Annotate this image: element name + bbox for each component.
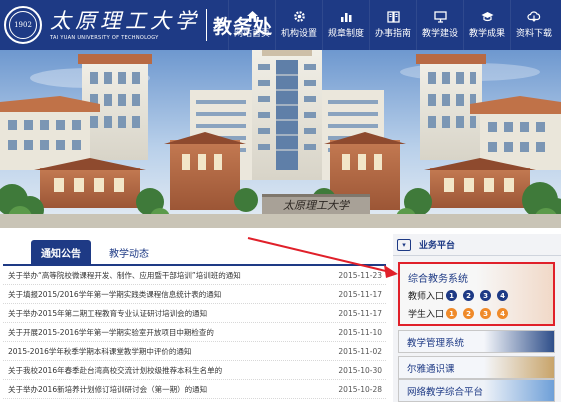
platform-title: 业务平台 [419,241,456,251]
system-banner-image [484,331,554,352]
nav-label: 机构设置 [280,28,317,39]
nav-label: 办事指南 [374,28,411,39]
nav-label: 网站首页 [233,28,270,39]
system-banner-image [484,357,554,378]
list-item: 关于填报2015/2016学年第一学期实践类课程信息统计表的通知 2015-11-… [3,285,386,304]
news-title-link[interactable]: 关于开展2015-2016学年第一学期实验室开放项目中期检查的 [8,323,326,341]
student-entry-button-2[interactable]: 2 [463,308,474,319]
monitor-icon: ▾ [397,238,411,251]
system-label: 尔雅通识课 [407,363,455,375]
university-seal-icon: 1902 [4,6,42,44]
news-title-link[interactable]: 关于举办“高等院校微课程开发、制作、应用暨干部培训”培训班的通知 [8,266,326,284]
cloud-download-icon [527,10,541,27]
student-entry: 学生入口 1 2 3 4 [408,307,514,320]
student-entry-label: 学生入口 [408,310,445,320]
nav-label: 教学建设 [421,28,458,39]
news-date: 2015-10-30 [338,366,382,375]
seal-year: 1902 [14,21,32,29]
nav-label: 规章制度 [327,28,364,39]
nav-item-guide[interactable]: 办事指南 [369,0,416,50]
book-icon [386,10,400,27]
nav-item-regulations[interactable]: 规章制度 [322,0,369,50]
list-item: 关于我校2016年春季赴台湾高校交流计划校级推荐本科生名单的 2015-10-30 [3,361,386,380]
logo-divider [206,9,207,41]
teacher-entry-label: 教师入口 [408,292,445,302]
nav-item-downloads[interactable]: 资料下载 [510,0,557,50]
system-banner-image [484,380,554,401]
graduation-cap-icon [481,10,494,27]
main-nav: 网站首页 机构设置 规章制度 办事指南 教学建设 教学成果 资料下载 [228,0,557,50]
list-item: 关于举办2016新培养计划修订培训研讨会（第一期）的通知 2015-10-28 [3,380,386,399]
gate-sign-text: 太原理工大学 [283,199,351,212]
news-panel: 通知公告 教学动态 关于举办“高等院校微课程开发、制作、应用暨干部培训”培训班的… [3,234,386,400]
monitor-icon [433,10,447,27]
academic-system-name[interactable]: 综合教务系统 [408,270,468,285]
nav-item-construction[interactable]: 教学建设 [416,0,463,50]
teacher-entry-button-2[interactable]: 2 [463,290,474,301]
news-date: 2015-11-17 [338,309,382,318]
student-entry-button-1[interactable]: 1 [446,308,457,319]
academic-system-card: 综合教务系统 教师入口 1 2 3 4 学生入口 1 2 3 4 [398,262,555,326]
list-item: 关于开展2015-2016学年第一学期实验室开放项目中期检查的 2015-11-1… [3,323,386,342]
news-date: 2015-11-02 [338,347,382,356]
chart-icon [340,10,353,27]
news-list: 关于举办“高等院校微课程开发、制作、应用暨干部培训”培训班的通知 2015-11-… [3,266,386,399]
business-platform-panel: ▾ 业务平台 综合教务系统 教师入口 1 2 3 4 学生入口 1 2 3 4 … [393,234,561,402]
system-label: 网络教学综合平台 [407,386,484,398]
teaching-management-system-link[interactable]: 教学管理系统 [398,330,555,353]
nav-item-achievements[interactable]: 教学成果 [463,0,510,50]
list-item: 2015-2016学年秋季学期本科课堂教学期中评价的通知 2015-11-02 [3,342,386,361]
nav-item-home[interactable]: 网站首页 [228,0,275,50]
gear-icon [293,10,306,27]
home-icon [246,10,259,27]
campus-building-illustration: 太原理工大学 [0,50,561,228]
tab-notices[interactable]: 通知公告 [31,240,91,264]
system-label: 教学管理系统 [407,337,465,349]
news-tabs: 通知公告 教学动态 [3,234,386,266]
nav-label: 资料下载 [515,28,552,39]
news-date: 2015-11-23 [338,271,382,280]
news-title-link[interactable]: 关于填报2015/2016学年第一学期实践类课程信息统计表的通知 [8,285,326,303]
erya-course-link[interactable]: 尔雅通识课 [398,356,555,379]
school-name-cn: 太原理工大学 [50,9,200,33]
student-entry-button-3[interactable]: 3 [480,308,491,319]
teacher-entry-button-3[interactable]: 3 [480,290,491,301]
news-title-link[interactable]: 关于举办2016新培养计划修订培训研讨会（第一期）的通知 [8,380,326,398]
tab-teaching-news[interactable]: 教学动态 [99,240,159,264]
news-date: 2015-10-28 [338,385,382,394]
news-title-link[interactable]: 关于举办2015年第二期工程教育专业认证研讨培训会的通知 [8,304,326,322]
news-date: 2015-11-17 [338,290,382,299]
site-header: 1902 太原理工大学 TAI YUAN UNIVERSITY OF TECHN… [0,0,561,50]
online-teaching-platform-link[interactable]: 网络教学综合平台 [398,379,555,402]
student-entry-button-4[interactable]: 4 [497,308,508,319]
platform-header: ▾ 业务平台 [393,234,561,256]
campus-banner: 太原理工大学 [0,50,561,228]
nav-label: 教学成果 [468,28,505,39]
school-name-en: TAI YUAN UNIVERSITY OF TECHNOLOGY [50,35,159,41]
nav-item-organization[interactable]: 机构设置 [275,0,322,50]
teacher-entry: 教师入口 1 2 3 4 [408,289,514,302]
teacher-entry-button-4[interactable]: 4 [497,290,508,301]
school-name: 太原理工大学 TAI YUAN UNIVERSITY OF TECHNOLOGY [50,8,200,42]
list-item: 关于举办2015年第二期工程教育专业认证研讨培训会的通知 2015-11-17 [3,304,386,323]
teacher-entry-button-1[interactable]: 1 [446,290,457,301]
news-title-link[interactable]: 关于我校2016年春季赴台湾高校交流计划校级推荐本科生名单的 [8,361,326,379]
news-date: 2015-11-10 [338,328,382,337]
list-item: 关于举办“高等院校微课程开发、制作、应用暨干部培训”培训班的通知 2015-11-… [3,266,386,285]
news-title-link[interactable]: 2015-2016学年秋季学期本科课堂教学期中评价的通知 [8,342,326,360]
